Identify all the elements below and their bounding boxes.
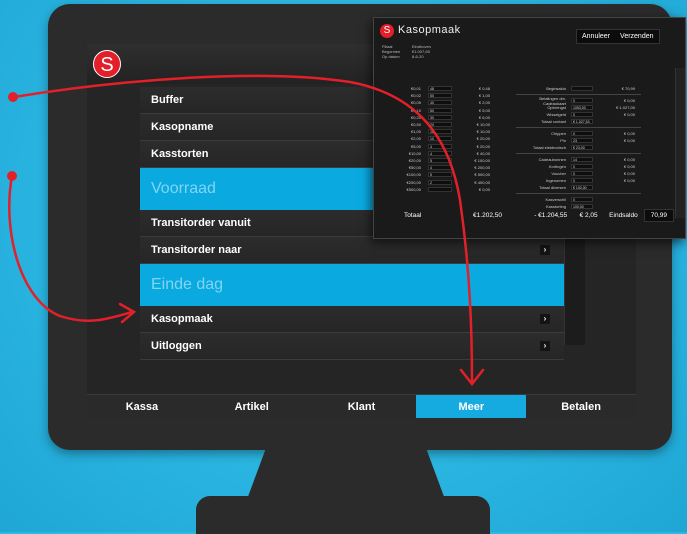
annotation-arrows: [7, 74, 485, 387]
arrow-to-dialog-path: [12, 74, 474, 384]
arrow-origin-dot-1: [8, 92, 18, 102]
arrow-origin-dot-2: [7, 171, 17, 181]
arrow-to-kasopmaak-path: [8, 174, 134, 322]
